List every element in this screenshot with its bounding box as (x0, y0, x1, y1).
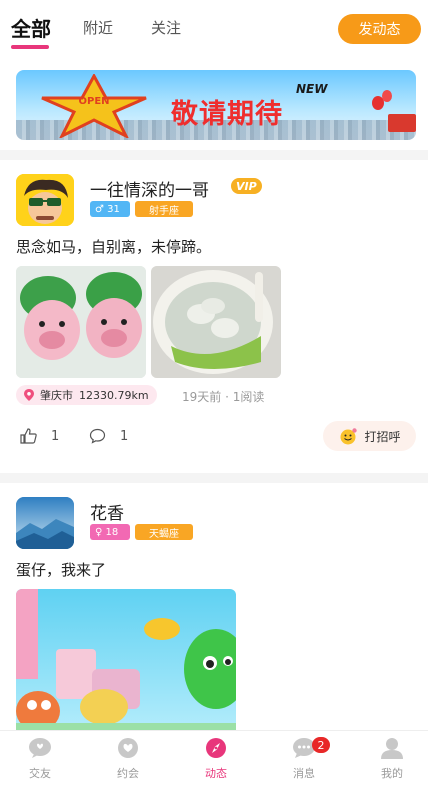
pig-toy-image (16, 266, 146, 378)
nav-item-feed[interactable]: 动态 (186, 737, 246, 781)
banner-new-label: NEW (296, 82, 328, 96)
post-card: 一往情深的一哥 VIP ♂ 31 射手座 思念如马，自别离，未停蹄。 肇庆市 1… (0, 160, 428, 472)
balloon-icon (382, 90, 392, 102)
gift-icon (388, 114, 416, 132)
nav-item-dating[interactable]: 约会 (98, 737, 158, 781)
thumbs-up-icon (20, 428, 37, 444)
nav-label-messages: 消息 (293, 767, 315, 780)
dumpling-soup-image (151, 266, 281, 378)
bottom-navigation: 交友 约会 动态 消息 我的 (0, 730, 428, 786)
avatar[interactable] (16, 497, 74, 549)
post-text: 思念如马，自别离，未停蹄。 (16, 238, 212, 256)
zodiac-badge: 天蝎座 (135, 524, 193, 540)
gender-age-badge: ♂ 31 (90, 201, 130, 217)
like-action[interactable]: 1 (20, 428, 59, 444)
nav-label-feed: 动态 (205, 767, 227, 780)
avatar-mountain-icon (16, 497, 74, 549)
comment-bubble-icon (89, 428, 106, 444)
like-count: 1 (51, 428, 60, 444)
banner-star-label: OPEN (78, 96, 109, 107)
post-photo[interactable] (16, 266, 146, 378)
post-photo[interactable] (151, 266, 281, 378)
banner-title: 敬请期待 (171, 99, 283, 130)
greet-button[interactable]: 打招呼 (323, 421, 416, 451)
promo-banner[interactable]: OPEN NEW 敬请期待 (16, 70, 416, 140)
message-count-badge: 2 (312, 737, 330, 753)
post-photo[interactable] (16, 589, 236, 730)
top-tab-bar: 全部 附近 关注 发动态 (0, 0, 428, 56)
nav-label-profile: 我的 (381, 767, 403, 780)
greet-label: 打招呼 (364, 429, 401, 444)
smiley-wave-icon (340, 428, 358, 445)
tab-all[interactable]: 全部 (11, 13, 51, 42)
game-scene-image (16, 589, 236, 730)
section-divider (0, 473, 428, 483)
post-card: 花香 ♀ 18 天蝎座 蛋仔，我来了 (0, 483, 428, 730)
post-button[interactable]: 发动态 (338, 14, 421, 44)
nav-label-dating: 约会 (117, 767, 139, 780)
avatar-cartoon-icon (16, 174, 74, 226)
location-distance: 12330.79km (79, 388, 149, 402)
post-time-reads: 19天前 · 1阅读 (182, 390, 265, 404)
vip-badge: VIP (231, 178, 262, 194)
chat-hearts-icon (29, 738, 51, 758)
comment-count: 1 (120, 428, 129, 444)
post-text: 蛋仔，我来了 (16, 561, 107, 579)
comment-action[interactable]: 1 (89, 428, 128, 444)
nav-label-friends: 交友 (29, 767, 51, 780)
gender-age-badge: ♀ 18 (90, 524, 130, 540)
user-profile-icon (381, 738, 403, 759)
username[interactable]: 花香 (90, 499, 124, 524)
location-pin-icon (24, 389, 34, 401)
location-tag: 肇庆市 12330.79km (16, 385, 157, 405)
nav-item-friends[interactable]: 交友 (10, 737, 70, 781)
banner-star-graphic: OPEN (41, 74, 147, 138)
tab-nearby[interactable]: 附近 (83, 17, 113, 38)
username[interactable]: 一往情深的一哥 (90, 176, 209, 201)
section-divider (0, 150, 428, 160)
heart-bubble-icon (118, 738, 138, 758)
location-city: 肇庆市 (40, 389, 73, 402)
nav-item-profile[interactable]: 我的 (362, 737, 422, 781)
compass-icon (206, 738, 226, 758)
avatar[interactable] (16, 174, 74, 226)
tab-following[interactable]: 关注 (151, 17, 181, 38)
zodiac-badge: 射手座 (135, 201, 193, 217)
tab-active-indicator (11, 45, 49, 49)
